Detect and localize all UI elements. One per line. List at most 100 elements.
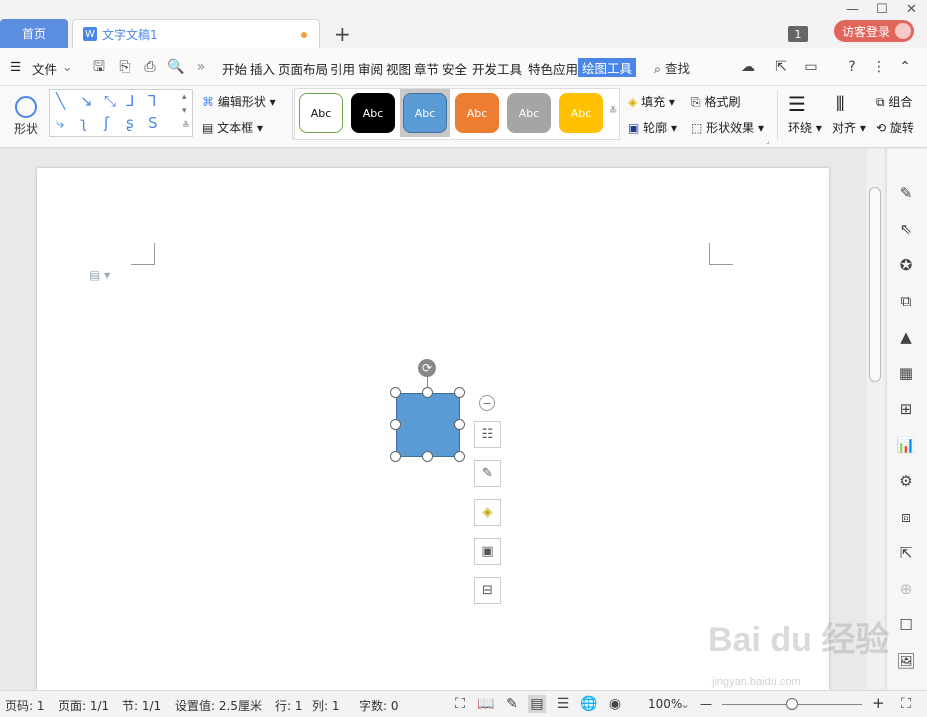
more-quick-access-icon[interactable]: »	[193, 59, 209, 75]
elbow-arrow-icon[interactable]: ⅂	[148, 92, 156, 110]
settings-sliders-icon[interactable]: ⚙	[896, 471, 916, 491]
archive-icon[interactable]: ☐	[896, 615, 916, 635]
rotate-handle-icon[interactable]: ⟳	[418, 359, 436, 377]
curved-double-arrow-icon[interactable]: ʂ	[126, 114, 134, 132]
tab-home[interactable]: 首页	[0, 19, 68, 48]
shape-style-1[interactable]: Abc	[299, 93, 343, 133]
wrap-button[interactable]: 环绕 ▾	[788, 119, 822, 136]
shape-style-brush-icon[interactable]: ✎	[474, 460, 501, 487]
resize-handle-top-left[interactable]	[390, 387, 401, 398]
status-pages[interactable]: 页面: 1/1	[58, 697, 109, 714]
curved-arrow-icon[interactable]: ʃ	[104, 114, 109, 132]
shape-style-4[interactable]: Abc	[455, 93, 499, 133]
gallery-more-icon[interactable]: ≚	[182, 121, 190, 131]
line-icon[interactable]: ╲	[56, 92, 65, 110]
menu-drawing-tools[interactable]: 绘图工具	[578, 58, 636, 77]
freeform-icon[interactable]: S	[148, 114, 158, 132]
chart-icon[interactable]: 📊	[896, 435, 916, 455]
status-page-number[interactable]: 页码: 1	[5, 697, 45, 714]
status-word-count[interactable]: 字数: 0	[359, 697, 399, 714]
edit-pen-icon[interactable]: ✎	[896, 183, 916, 203]
fill-button[interactable]: ◈ 填充 ▾	[628, 93, 675, 110]
picture-icon[interactable]: 🖼	[896, 651, 916, 671]
shape-effects-button[interactable]: ⬚ 形状效果 ▾	[691, 119, 764, 136]
line-shape-gallery[interactable]: ╲ ↘ ⤡ ⅃ ⅂ ⤷ ʅ ʃ ʂ S ▴ ▾ ≚	[49, 89, 193, 137]
zoom-level[interactable]: 100%	[648, 697, 682, 711]
shape-style-6[interactable]: Abc	[559, 93, 603, 133]
hamburger-icon[interactable]: ☰	[10, 59, 21, 74]
gallery-up-icon[interactable]: ▴	[182, 92, 187, 102]
more-icon[interactable]: ⋮	[871, 59, 887, 75]
maximize-button[interactable]: ☐	[876, 2, 888, 17]
print-icon[interactable]: ⎙	[142, 59, 158, 75]
minimize-button[interactable]: —	[846, 2, 859, 17]
elbow-double-arrow-icon[interactable]: ⤷	[56, 114, 64, 132]
reading-mode-icon[interactable]: 📖	[477, 695, 495, 713]
arrow-icon[interactable]: ↘	[80, 92, 93, 110]
group-button[interactable]: ⧉ 组合	[876, 93, 912, 110]
rotate-button[interactable]: ⟲ 旋转	[876, 119, 914, 136]
new-tab-button[interactable]: +	[334, 22, 351, 46]
format-painter-quick-icon[interactable]: ⎘	[117, 59, 133, 75]
menu-file[interactable]: 文件	[32, 59, 57, 78]
badge-icon[interactable]: ✪	[896, 255, 916, 275]
collapse-toolbar-icon[interactable]: −	[479, 395, 495, 411]
close-button[interactable]: ✕	[906, 2, 917, 17]
page-view-icon[interactable]: ▤	[528, 695, 546, 713]
menu-view[interactable]: 视图	[386, 59, 411, 78]
collaborate-icon[interactable]: ▭	[803, 59, 819, 75]
resize-handle-left[interactable]	[390, 419, 401, 430]
outline-view-icon[interactable]: ☰	[554, 695, 572, 713]
layout-options-icon[interactable]: ☷	[474, 421, 501, 448]
status-column[interactable]: 列: 1	[312, 697, 340, 714]
menu-insert[interactable]: 插入	[250, 59, 275, 78]
dialog-launcher-icon[interactable]: ⌟	[766, 136, 770, 145]
shape-style-2[interactable]: Abc	[351, 93, 395, 133]
status-setting[interactable]: 设置值: 2.5厘米	[175, 697, 262, 714]
menu-page-layout[interactable]: 页面布局	[278, 59, 328, 78]
menu-chapter[interactable]: 章节	[414, 59, 439, 78]
text-box-icon[interactable]: ⊟	[474, 577, 501, 604]
share-icon[interactable]: ⇱	[773, 59, 789, 75]
image-gallery-icon[interactable]: ⧈	[896, 507, 916, 527]
insert-shape-button[interactable]: 形状	[8, 94, 44, 140]
align-button[interactable]: 对齐 ▾	[832, 119, 866, 136]
search-button[interactable]: ⌕ 查找	[654, 58, 690, 77]
window-count-badge[interactable]: 1	[788, 26, 808, 42]
resize-handle-top-right[interactable]	[454, 387, 465, 398]
paragraph-options-icon[interactable]: ▤ ▾	[89, 268, 110, 282]
export-icon[interactable]: ⇱	[896, 543, 916, 563]
menu-developer[interactable]: 开发工具	[472, 59, 522, 78]
edit-shape-button[interactable]: ⌘ 编辑形状 ▾	[202, 93, 276, 110]
select-cursor-icon[interactable]: ⇖	[896, 219, 916, 239]
status-row[interactable]: 行: 1	[275, 697, 303, 714]
guest-login-button[interactable]: 访客登录	[834, 20, 914, 42]
save-icon[interactable]: 🖫	[91, 59, 107, 75]
status-section[interactable]: 节: 1/1	[122, 697, 161, 714]
shape-style-5[interactable]: Abc	[507, 93, 551, 133]
scrollbar-thumb[interactable]	[869, 187, 881, 382]
selected-rectangle-shape[interactable]	[396, 393, 460, 457]
resize-handle-bottom[interactable]	[422, 451, 433, 462]
print-preview-icon[interactable]: 🔍	[167, 59, 184, 75]
fit-page-icon[interactable]: ⛶	[897, 695, 915, 713]
zoom-in-button[interactable]: +	[872, 694, 885, 712]
fullscreen-icon[interactable]: ⛶	[451, 695, 469, 713]
styles-icon[interactable]: ▲	[896, 327, 916, 347]
menu-security[interactable]: 安全	[442, 59, 467, 78]
text-box-button[interactable]: ▤ 文本框 ▾	[202, 119, 263, 136]
cloud-sync-icon[interactable]: ☁	[740, 59, 756, 75]
resize-handle-right[interactable]	[454, 419, 465, 430]
tab-document[interactable]: W 文字文稿1	[72, 19, 320, 48]
resize-handle-bottom-right[interactable]	[454, 451, 465, 462]
zoom-slider-knob[interactable]	[786, 698, 798, 710]
help-icon[interactable]: ?	[844, 59, 860, 75]
format-painter-button[interactable]: ⎘ 格式刷	[691, 93, 740, 110]
shapes-icon[interactable]: ⧉	[896, 291, 916, 311]
menu-home[interactable]: 开始	[222, 59, 247, 78]
table-icon[interactable]: ▦	[896, 363, 916, 383]
menu-review[interactable]: 审阅	[358, 59, 383, 78]
outline-button[interactable]: ▣ 轮廓 ▾	[628, 119, 677, 136]
double-arrow-icon[interactable]: ⤡	[104, 92, 116, 110]
style-gallery-more-icon[interactable]: ≚	[609, 106, 617, 117]
